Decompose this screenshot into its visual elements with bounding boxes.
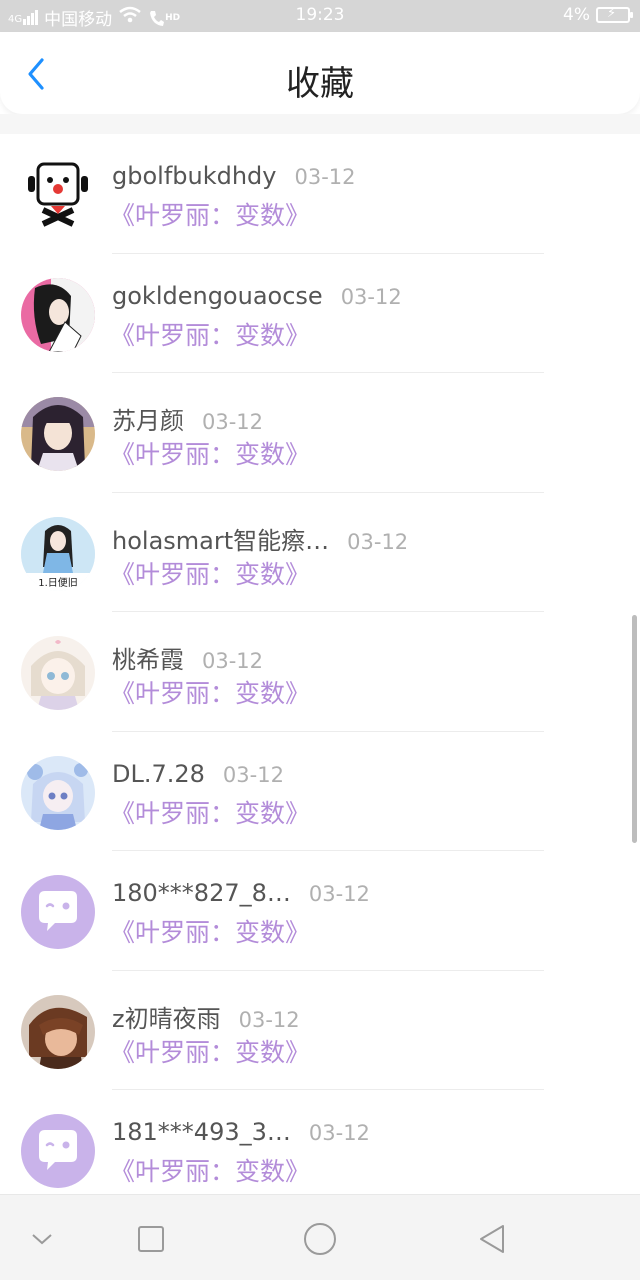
work-title-link[interactable]: 《叶罗丽：变数》: [110, 316, 310, 352]
favorite-date: 03-12: [222, 762, 284, 787]
anime-avatar-icon: [21, 397, 95, 471]
username: gokldengouaocse: [112, 281, 323, 310]
work-title-link[interactable]: 《叶罗丽：变数》: [110, 555, 310, 591]
battery-icon: ⚡: [596, 6, 633, 23]
page-title: 收藏: [286, 64, 354, 104]
list-item[interactable]: DL.7.28 03-12 《叶罗丽：变数》: [0, 732, 640, 851]
avatar[interactable]: [21, 636, 95, 710]
nav-home-button[interactable]: [298, 1217, 342, 1261]
username: z初晴夜雨: [112, 1004, 221, 1033]
circle-icon: [304, 1223, 336, 1255]
square-icon: [138, 1226, 164, 1252]
list-item[interactable]: gbolfbukdhdy 03-12 《叶罗丽：变数》: [0, 134, 640, 254]
work-title-link[interactable]: 《叶罗丽：变数》: [110, 196, 310, 232]
work-title-link[interactable]: 《叶罗丽：变数》: [110, 794, 310, 830]
favorite-date: 03-12: [294, 165, 356, 189]
favorite-date: 03-12: [308, 1121, 370, 1145]
favorite-date: 03-12: [347, 529, 409, 554]
nav-hide-button[interactable]: [20, 1217, 64, 1261]
username: 181***493_3…: [112, 1118, 291, 1146]
list-item[interactable]: 苏月颜 03-12 《叶罗丽：变数》: [0, 373, 640, 493]
nav-recents-button[interactable]: [129, 1217, 173, 1261]
cartoon-avatar-icon: [21, 158, 95, 232]
username: holasmart智能瘵…: [112, 526, 330, 555]
status-bar: 4G 中国移动 HD 19:23 4% ⚡: [0, 0, 640, 32]
list-item[interactable]: 1.日便旧 holasmart智能瘵… 03-12 《叶罗丽：变数》: [0, 493, 640, 612]
anime-avatar-icon: [21, 755, 95, 830]
work-title-link[interactable]: 《叶罗丽：变数》: [110, 1152, 310, 1188]
favorite-date: 03-12: [340, 284, 402, 309]
anime-avatar-icon: [21, 277, 95, 352]
avatar[interactable]: [21, 755, 95, 830]
header: 收藏: [0, 32, 640, 114]
favorites-list: gbolfbukdhdy 03-12 《叶罗丽：变数》 gokldengouao…: [0, 134, 640, 1210]
header-spacer: [0, 114, 640, 134]
avatar[interactable]: 1.日便旧: [21, 516, 95, 591]
avatar[interactable]: [21, 1114, 95, 1188]
avatar-caption: 1.日便旧: [38, 577, 78, 589]
work-title-link[interactable]: 《叶罗丽：变数》: [110, 913, 310, 949]
anime-avatar-icon: [21, 636, 95, 710]
work-title-link[interactable]: 《叶罗丽：变数》: [110, 1033, 310, 1069]
list-item[interactable]: gokldengouaocse 03-12 《叶罗丽：变数》: [0, 254, 640, 373]
username: 180***827_8…: [112, 879, 291, 907]
username: 苏月颜: [112, 407, 184, 435]
default-chat-avatar-icon: [21, 875, 95, 949]
chevron-down-icon: [32, 1234, 52, 1245]
nav-back-button[interactable]: [470, 1217, 514, 1261]
list-item[interactable]: 180***827_8… 03-12 《叶罗丽：变数》: [0, 851, 640, 971]
work-title-link[interactable]: 《叶罗丽：变数》: [110, 435, 310, 471]
status-time: 19:23: [295, 5, 345, 25]
favorite-date: 03-12: [202, 649, 264, 673]
system-nav-bar: [0, 1194, 640, 1280]
list-item[interactable]: z初晴夜雨 03-12 《叶罗丽：变数》: [0, 971, 640, 1090]
favorite-date: 03-12: [238, 1007, 300, 1032]
favorite-date: 03-12: [308, 882, 370, 906]
avatar[interactable]: [21, 994, 95, 1069]
username: 桃希霞: [112, 646, 184, 674]
list-item[interactable]: 181***493_3… 03-12 《叶罗丽：变数》: [0, 1090, 640, 1210]
triangle-back-icon: [480, 1225, 504, 1253]
work-title-link[interactable]: 《叶罗丽：变数》: [110, 674, 310, 710]
avatar[interactable]: [21, 875, 95, 949]
favorite-date: 03-12: [202, 410, 264, 434]
list-item[interactable]: 桃希霞 03-12 《叶罗丽：变数》: [0, 612, 640, 732]
avatar[interactable]: [21, 158, 95, 232]
default-chat-avatar-icon: [21, 1114, 95, 1188]
scrollbar[interactable]: [632, 615, 637, 843]
username: DL.7.28: [112, 759, 205, 788]
avatar[interactable]: [21, 397, 95, 471]
battery-percent: 4%: [563, 5, 590, 25]
avatar[interactable]: [21, 277, 95, 352]
anime-avatar-icon: [21, 994, 95, 1069]
username: gbolfbukdhdy: [112, 162, 277, 190]
